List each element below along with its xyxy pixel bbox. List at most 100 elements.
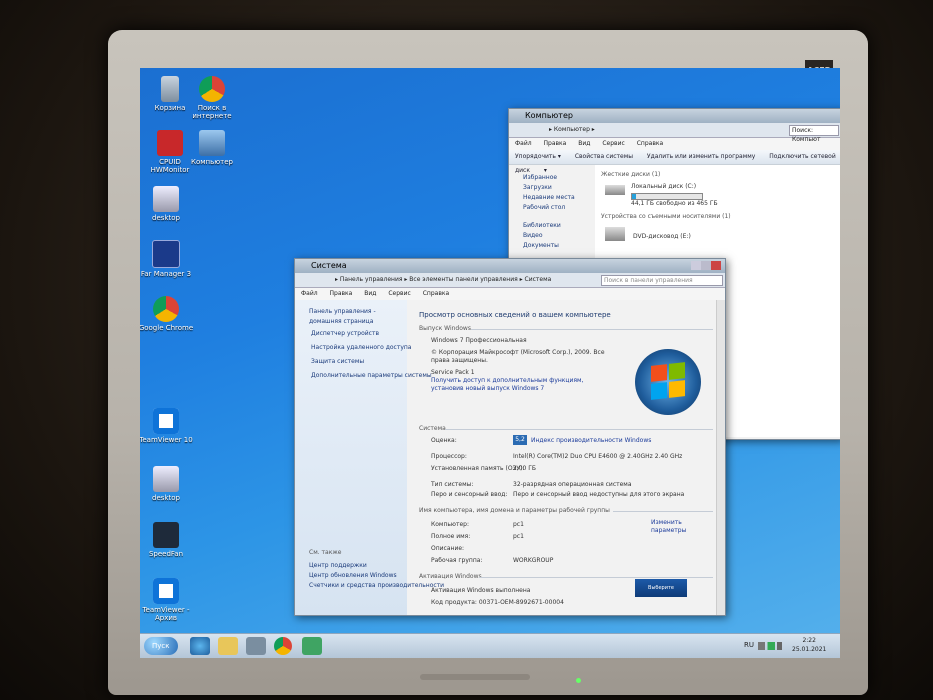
menu-item[interactable]: Справка: [637, 140, 663, 147]
disk-c-label[interactable]: Локальный диск (C:): [631, 183, 696, 191]
address-bar[interactable]: ▸ Панель управления ▸ Все элементы панел…: [295, 273, 725, 288]
hard-disk-icon: [605, 185, 625, 195]
power-led: [576, 678, 581, 683]
google-chrome-icon[interactable]: Google Chrome: [140, 296, 194, 332]
action-center-link[interactable]: Центр поддержки: [309, 561, 444, 571]
pen-touch-label: Перо и сенсорный ввод:: [431, 491, 508, 498]
system-properties-button[interactable]: Свойства системы: [575, 153, 633, 160]
computer-name-heading: Имя компьютера, имя домена и параметры р…: [419, 507, 610, 514]
nav-downloads[interactable]: Загрузки: [523, 183, 575, 193]
desktop-shortcut-icon[interactable]: desktop: [140, 186, 194, 222]
computer-name-label: Компьютер:: [431, 521, 469, 528]
explorer-taskbar-icon[interactable]: [218, 637, 238, 655]
organize-button[interactable]: Упорядочить ▾: [515, 153, 561, 160]
change-settings-link[interactable]: Изменить параметры: [651, 519, 713, 535]
computer-window-titlebar[interactable]: Компьютер: [509, 109, 840, 123]
teamviewer-archive-icon[interactable]: TeamViewer - Архив: [140, 578, 194, 622]
taskbar: Пуск RU 2:22 25.01.2021: [140, 633, 840, 658]
disk-usage-fill: [632, 194, 636, 199]
desktop-icon-label: desktop: [152, 214, 180, 222]
control-panel-home-link[interactable]: Панель управления - домашняя страница: [309, 307, 403, 327]
uninstall-program-button[interactable]: Удалить или изменить программу: [647, 153, 755, 160]
rating-label: Оценка:: [431, 437, 457, 444]
removable-heading: Устройства со съемными носителями (1): [601, 213, 731, 220]
upgrade-link[interactable]: Получить доступ к дополнительным функция…: [431, 377, 615, 393]
menu-item[interactable]: Вид: [364, 290, 376, 297]
memory-value: 2,00 ГБ: [513, 465, 537, 472]
desktop-icon-label: Far Manager 3: [140, 270, 192, 278]
menu-item[interactable]: Сервис: [388, 290, 410, 297]
menu-item[interactable]: Правка: [544, 140, 567, 147]
navigation-pane: Избранное Загрузки Недавние места Рабочи…: [523, 173, 575, 251]
processor-label: Процессор:: [431, 453, 467, 460]
advanced-settings-link[interactable]: Дополнительные параметры системы: [311, 371, 432, 381]
activation-status: Активация Windows выполнена: [431, 587, 531, 594]
language-indicator[interactable]: RU: [744, 641, 754, 649]
performance-score: 5,2: [513, 435, 527, 445]
search-input[interactable]: Поиск: Компьют: [789, 125, 839, 143]
address-bar[interactable]: ▸ Компьютер ▸ Поиск: Компьют: [509, 123, 840, 143]
monitor-buttons: [420, 674, 530, 680]
computer-icon[interactable]: Компьютер: [184, 130, 240, 166]
search-input[interactable]: Поиск в панели управления: [601, 275, 723, 286]
windows-logo-icon: [635, 349, 701, 415]
address-path: ▸ Панель управления ▸ Все элементы панел…: [335, 276, 552, 283]
tray-icons[interactable]: [758, 642, 782, 650]
system-window-titlebar[interactable]: Система: [295, 259, 725, 273]
device-manager-link[interactable]: Диспетчер устройств: [311, 329, 432, 339]
window-controls[interactable]: [691, 261, 721, 270]
separator: [613, 511, 713, 512]
menu-item[interactable]: Правка: [330, 290, 353, 297]
nav-documents[interactable]: Документы: [523, 241, 575, 251]
activation-heading: Активация Windows: [419, 573, 482, 580]
chrome-search-icon[interactable]: Поиск в интернете: [184, 76, 240, 120]
start-button[interactable]: Пуск: [144, 637, 178, 655]
desktop-icon-label: Компьютер: [191, 158, 233, 166]
genuine-badge[interactable]: Выберите настоящее: [635, 579, 687, 597]
memory-label: Установленная память (ОЗУ):: [431, 465, 525, 472]
clock[interactable]: 2:22 25.01.2021: [792, 636, 826, 654]
system-heading: Система: [419, 425, 446, 432]
nav-desktop[interactable]: Рабочий стол: [523, 203, 575, 213]
system-window[interactable]: Система ▸ Панель управления ▸ Все элемен…: [294, 258, 726, 616]
remote-settings-link[interactable]: Настройка удаленного доступа: [311, 343, 432, 353]
performance-tools-link[interactable]: Счетчики и средства производительности: [309, 581, 444, 591]
clock-date: 25.01.2021: [792, 646, 827, 653]
separator: [479, 577, 713, 578]
system-type-label: Тип системы:: [431, 481, 474, 488]
nav-favorites[interactable]: Избранное: [523, 173, 575, 183]
chrome-taskbar-icon[interactable]: [274, 637, 292, 655]
ie-taskbar-icon[interactable]: [190, 637, 210, 655]
menu-item[interactable]: Вид: [578, 140, 590, 147]
performance-index-link[interactable]: Индекс производительности Windows: [531, 437, 651, 445]
scrollbar[interactable]: [716, 300, 725, 615]
full-name-label: Полное имя:: [431, 533, 471, 540]
workgroup-label: Рабочая группа:: [431, 557, 483, 564]
speedfan-icon[interactable]: SpeedFan: [140, 522, 194, 558]
nav-recent[interactable]: Недавние места: [523, 193, 575, 203]
remote-taskbar-icon[interactable]: [302, 637, 322, 655]
menu-item[interactable]: Файл: [301, 290, 318, 297]
nav-video[interactable]: Видео: [523, 231, 575, 241]
teamviewer-icon[interactable]: TeamViewer 10: [140, 408, 194, 444]
description-label: Описание:: [431, 545, 465, 552]
menu-item[interactable]: Сервис: [602, 140, 624, 147]
dvd-label[interactable]: DVD-дисковод (E:): [633, 233, 691, 241]
disk-usage-bar: [631, 193, 703, 200]
desktop-shortcut-icon[interactable]: desktop: [140, 466, 194, 502]
system-type-value: 32-разрядная операционная система: [513, 481, 632, 488]
media-taskbar-icon[interactable]: [246, 637, 266, 655]
service-pack: Service Pack 1: [431, 369, 475, 376]
nav-libraries[interactable]: Библиотеки: [523, 221, 575, 231]
window-title: Компьютер: [525, 111, 573, 120]
desktop-icon-label: TeamViewer - Архив: [142, 606, 190, 622]
full-name-value: pc1: [513, 533, 524, 540]
workgroup-value: WORKGROUP: [513, 557, 554, 564]
computer-name-value: pc1: [513, 521, 524, 528]
far-manager-icon[interactable]: Far Manager 3: [140, 240, 194, 278]
menu-item[interactable]: Справка: [423, 290, 449, 297]
desktop-icon-label: Поиск в интернете: [192, 104, 232, 120]
system-protection-link[interactable]: Защита системы: [311, 357, 432, 367]
menu-item[interactable]: Файл: [515, 140, 532, 147]
product-id: Код продукта: 00371-OEM-8992671-00004: [431, 599, 564, 606]
